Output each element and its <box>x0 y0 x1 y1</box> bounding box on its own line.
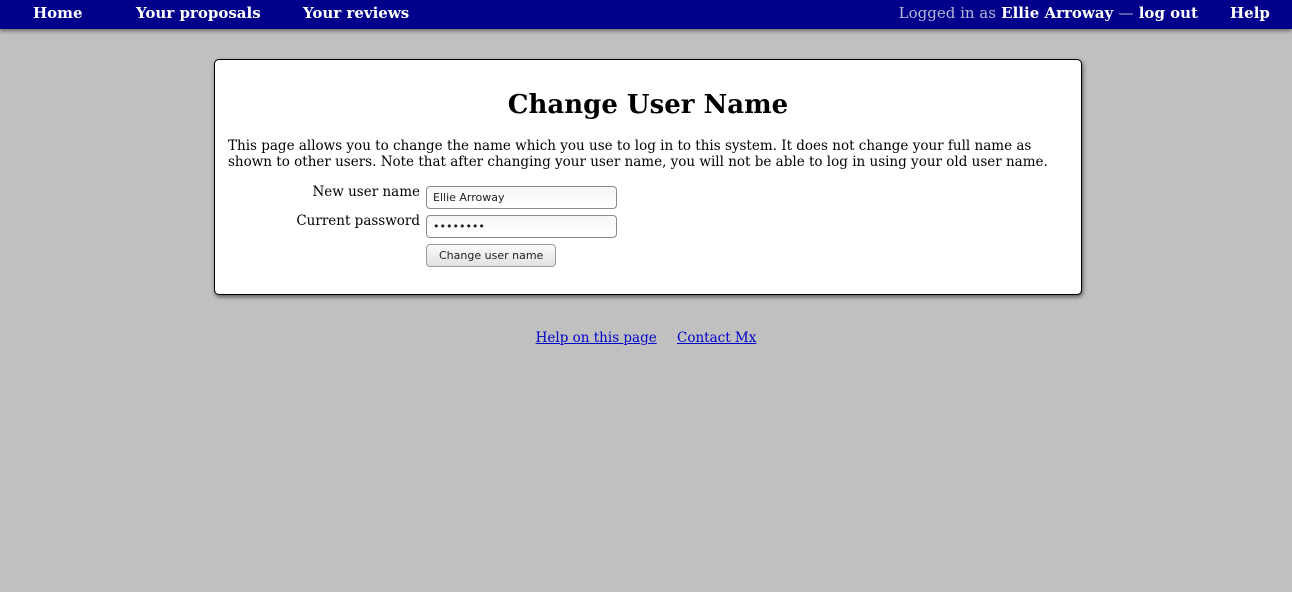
current-password-input[interactable] <box>426 215 617 238</box>
page-intro-text: This page allows you to change the name … <box>228 138 1048 170</box>
new-user-name-label: New user name <box>312 184 420 200</box>
nav-home-link[interactable]: Home <box>33 5 83 22</box>
change-user-name-button[interactable]: Change user name <box>426 244 557 267</box>
nav-help-link[interactable]: Help <box>1230 5 1270 22</box>
page-title: Change User Name <box>507 90 789 120</box>
login-status: Logged in as Ellie Arroway — log out <box>899 5 1198 22</box>
new-user-name-input[interactable] <box>426 186 617 209</box>
current-user-name: Ellie Arroway <box>1001 4 1114 22</box>
logged-in-prefix: Logged in as <box>898 4 996 22</box>
nav-your-proposals-link[interactable]: Your proposals <box>136 5 261 22</box>
contact-link[interactable]: Contact Mx <box>677 330 756 346</box>
top-navigation-bar: Home Your proposals Your reviews Logged … <box>0 0 1292 29</box>
change-user-name-panel: Change User Name This page allows you to… <box>214 59 1082 295</box>
footer-links: Help on this page Contact Mx <box>0 330 1292 346</box>
log-out-link[interactable]: log out <box>1139 4 1198 22</box>
status-separator: — <box>1118 4 1134 22</box>
current-password-label: Current password <box>296 213 420 229</box>
nav-your-reviews-link[interactable]: Your reviews <box>303 5 409 22</box>
help-on-this-page-link[interactable]: Help on this page <box>536 330 657 346</box>
